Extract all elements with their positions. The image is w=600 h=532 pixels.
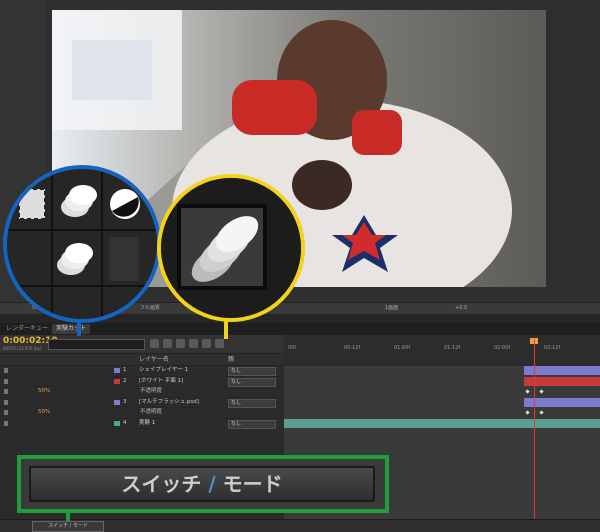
blue-callout-stem [77,322,81,336]
ruler-tick-label: 00:12f [344,345,361,351]
layer-number: 3 [123,398,127,405]
parent-select[interactable]: なし [228,398,276,408]
ruler-tick-label: 00f [288,345,297,351]
parent-select[interactable]: なし [228,377,276,387]
visibility-eye-icon[interactable] [4,368,8,373]
keyframe-marker[interactable] [525,389,530,394]
panel-tab-bar: レンダーキュー 実験カット [0,323,600,335]
layer-name[interactable]: シェイプレイヤー 1 [139,366,188,375]
zoom-callout-yellow [157,174,305,322]
layer-duration-bar[interactable] [524,397,600,407]
parent-select[interactable]: なし [228,419,276,429]
ruler-tick-label: 01:00f [394,345,411,351]
ruler-tick-label: 02:12f [544,345,561,351]
layer-number: 1 [123,367,127,373]
current-time-indicator[interactable] [534,339,535,531]
adjustment-layer-icon [110,189,140,219]
frame-info: 00070 (23.976 fps) [3,346,42,351]
layer-row[interactable]: 2 [ホワイト 平面 1] なし [0,377,284,387]
time-ruler[interactable]: 00f 00:12f 01:00f 01:12f 02:00f 02:12f [284,335,600,365]
frame-blending-icon[interactable] [189,339,198,348]
layer-name[interactable]: 不透明度 [140,408,162,417]
label-color-swatch[interactable] [114,378,120,384]
layer-row[interactable]: 1 シェイプレイヤー 1 なし [0,366,284,377]
layer-duration-bar[interactable] [284,418,600,428]
layer-number: 4 [123,419,127,426]
tab-composition[interactable]: 実験カット [52,324,91,334]
visibility-eye-icon[interactable] [4,399,8,405]
draft-3d-icon[interactable] [163,339,172,348]
layer-name[interactable]: [ホワイト 平面 1] [139,377,183,386]
layer-duration-bar[interactable] [524,366,600,375]
exposure-value[interactable]: +0.0 [455,303,467,314]
green-callout-stem [66,509,70,521]
property-row[interactable]: 不透明度 50% [0,408,284,419]
label-color-swatch[interactable] [114,420,120,426]
timeline-bottom-bar: スイッチ / モード [0,519,600,532]
zoom-callout-blue [3,165,161,323]
hide-shy-layers-icon[interactable] [176,339,185,348]
visibility-eye-icon[interactable] [4,378,8,384]
motion-blur-switch-zoom [161,178,301,318]
property-row[interactable]: 不透明度 50% [0,387,284,398]
label-color-swatch[interactable] [114,399,120,405]
ruler-tick-label: 01:12f [444,345,461,351]
motion-blur-toolbar-icon[interactable] [202,339,211,348]
comp-mini-flowchart-icon[interactable] [150,339,159,348]
layer-row[interactable]: 3 [マルチフラッシュ.psd] なし [0,398,284,408]
switches-modes-toggle[interactable]: スイッチ / モード [32,521,104,532]
visibility-eye-icon[interactable] [4,410,8,415]
view-layout-select[interactable]: 1画面 [385,303,398,314]
layer-duration-bar[interactable] [524,376,600,386]
layer-name[interactable]: [マルチフラッシュ.psd] [139,398,199,407]
layer-row[interactable]: 4 実験 1 なし [0,419,284,429]
layer-name[interactable]: 不透明度 [140,387,162,396]
visibility-eye-icon[interactable] [4,420,8,426]
parent-header[interactable]: 親 [228,354,234,365]
frame-blend-grid-icon [18,188,46,220]
layer-number: 2 [123,377,127,384]
tab-render-queue[interactable]: レンダーキュー [2,324,52,334]
layer-column-header: レイヤー名 親 [0,354,284,366]
resolution-select[interactable]: フル画質 [140,303,160,314]
visibility-eye-icon[interactable] [4,389,8,394]
layer-search-input[interactable] [48,339,145,350]
label-color-swatch[interactable] [114,368,120,373]
switches-modes-toggle-zoomed: スイッチ / モード [29,466,375,502]
layer-name[interactable]: 実験 1 [139,419,155,428]
yellow-callout-stem [224,321,228,339]
toggle-slash: / [208,472,216,496]
property-value[interactable]: 50% [38,387,50,396]
toggle-modes-label: モード [222,472,283,496]
layer-list: 1 シェイプレイヤー 1 なし 2 [ホワイト 平面 1] なし 不透明度 50% 3 [マルチフ… [0,366,284,429]
layer-name-header[interactable]: レイヤー名 [139,354,169,365]
toggle-switches-label: スイッチ [121,472,202,496]
parent-select[interactable]: なし [228,367,276,376]
graph-editor-icon[interactable] [215,339,224,348]
keyframe-marker[interactable] [539,389,544,394]
property-value[interactable]: 50% [38,408,50,417]
keyframe-marker[interactable] [539,410,544,415]
ruler-tick-label: 02:00f [494,345,511,351]
keyframe-marker[interactable] [525,410,530,415]
zoom-callout-green: スイッチ / モード [17,455,389,513]
switch-icons-zoom [7,169,157,319]
